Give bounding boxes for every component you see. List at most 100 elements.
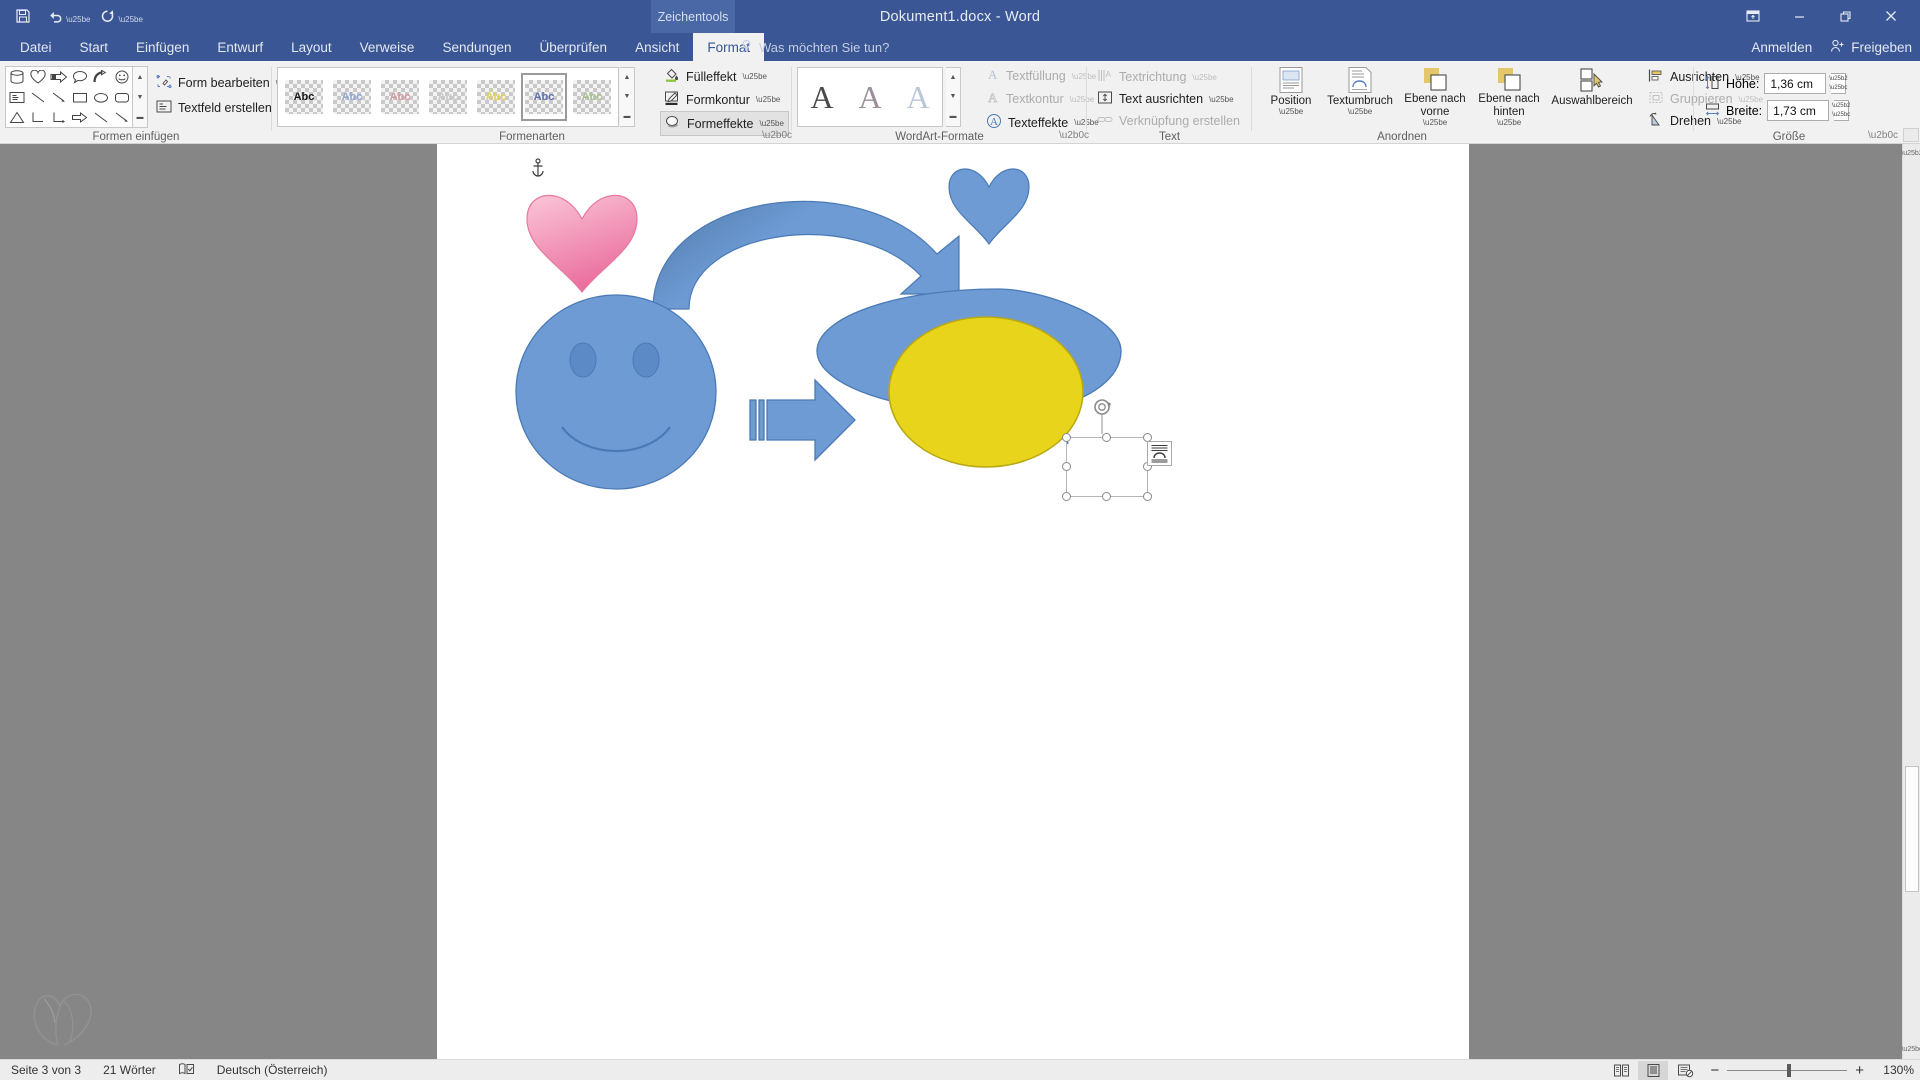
shape-styles-scroll[interactable]: ▲ ▼ ▬ [620, 67, 635, 127]
send-backward-button[interactable]: Ebene nach hinten \u25be [1474, 65, 1544, 127]
selected-empty-shape[interactable] [1062, 433, 1152, 501]
web-layout-icon[interactable] [1670, 1061, 1700, 1080]
page-indicator[interactable]: Seite 3 von 3 [0, 1060, 92, 1080]
proofing-status[interactable] [167, 1060, 206, 1080]
handle-top-left[interactable] [1062, 433, 1071, 442]
shape-fill-button[interactable]: Fülleffekt \u25be [660, 65, 771, 88]
shape-styles-scroll-down-icon[interactable]: ▼ [620, 87, 634, 106]
align-text-caret[interactable]: \u25be [1209, 95, 1233, 104]
align-text-button[interactable]: Text ausrichten \u25be [1093, 88, 1238, 110]
shape-style-thumb-3[interactable]: Abc [377, 73, 423, 121]
wordart-gallery[interactable]: A A A [797, 67, 943, 127]
split-window-handle[interactable] [1903, 128, 1919, 142]
handle-middle-left[interactable] [1062, 462, 1071, 471]
ribbon-display-options-icon[interactable] [1730, 2, 1776, 30]
speech-bubble-shape[interactable] [69, 67, 90, 87]
size-dialog-launcher[interactable]: \u2b0c [1868, 130, 1898, 142]
smiley-face-shape[interactable] [111, 67, 132, 87]
text-direction-caret[interactable]: \u25be [1192, 73, 1216, 82]
shape-style-thumb-7[interactable]: Abc [569, 73, 615, 121]
shapes-scroll-up-icon[interactable]: ▲ [133, 67, 147, 87]
striped-right-arrow-shape[interactable] [48, 67, 69, 87]
shape-style-thumb-4[interactable]: Abc [425, 73, 471, 121]
elbow-arrow-connector-shape[interactable] [48, 107, 69, 127]
wordart-scroll-down-icon[interactable]: ▼ [946, 87, 960, 106]
wrap-text-button[interactable]: Textumbruch \u25be [1324, 65, 1396, 127]
width-spin-up[interactable]: \u25b2 [1832, 101, 1850, 111]
width-spin-down[interactable]: \u25bc [1832, 111, 1850, 121]
document-area[interactable] [0, 144, 1920, 1059]
layout-options-icon[interactable] [1147, 441, 1172, 466]
position-button[interactable]: Position \u25be [1262, 65, 1320, 127]
heart-shape[interactable] [27, 67, 48, 87]
shape-styles-gallery[interactable]: Abc Abc Abc Abc Abc Abc Abc [277, 67, 619, 127]
height-spin-up[interactable]: \u25b2 [1829, 74, 1847, 84]
height-spin-down[interactable]: \u25bc [1829, 84, 1847, 94]
text-box-shape[interactable] [6, 87, 27, 107]
cylinder-shape[interactable] [6, 67, 27, 87]
tab-einfuegen[interactable]: Einfügen [122, 33, 203, 61]
bring-forward-caret[interactable]: \u25be [1423, 118, 1447, 128]
rounded-rectangle-shape[interactable] [111, 87, 132, 107]
tab-ueberpruefen[interactable]: Überprüfen [526, 33, 622, 61]
close-button[interactable] [1868, 2, 1914, 30]
shape-styles-scroll-more-icon[interactable]: ▬ [620, 107, 634, 126]
tab-entwurf[interactable]: Entwurf [203, 33, 277, 61]
position-caret[interactable]: \u25be [1279, 107, 1303, 117]
wordart-gallery-scroll[interactable]: ▲ ▼ ▬ [946, 67, 961, 127]
zoom-track[interactable] [1727, 1063, 1848, 1077]
zoom-level[interactable]: 130% [1874, 1063, 1914, 1077]
text-fill-button[interactable]: A Textfüllung \u25be [982, 65, 1100, 87]
shape-outline-caret[interactable]: \u25be [756, 95, 780, 104]
shape-style-thumb-6[interactable]: Abc [521, 73, 567, 121]
line-shape[interactable] [27, 87, 48, 107]
triangle-shape[interactable] [6, 107, 27, 127]
tab-verweise[interactable]: Verweise [346, 33, 429, 61]
read-mode-icon[interactable] [1606, 1061, 1636, 1080]
minimize-button[interactable] [1776, 2, 1822, 30]
restore-button[interactable] [1822, 2, 1868, 30]
tab-start[interactable]: Start [66, 33, 123, 61]
document-page[interactable] [437, 144, 1469, 1059]
wordart-thumb-2[interactable]: A [846, 69, 894, 125]
print-layout-icon[interactable] [1638, 1060, 1669, 1080]
scroll-up-button[interactable]: \u25b2 [1901, 145, 1920, 162]
zoom-out-button[interactable]: − [1710, 1062, 1719, 1079]
shapes-gallery[interactable] [5, 66, 133, 128]
shapes-scroll-more-icon[interactable]: ▬ [133, 107, 147, 127]
handle-bottom-center[interactable] [1102, 492, 1111, 501]
oval-shape[interactable] [90, 87, 111, 107]
shape-styles-dialog-launcher[interactable]: \u2b0c [762, 130, 792, 142]
wordart-dialog-launcher[interactable]: \u2b0c [1059, 130, 1089, 142]
wrap-text-caret[interactable]: \u25be [1348, 107, 1372, 117]
curved-arrow-shape[interactable] [90, 67, 111, 87]
tab-layout[interactable]: Layout [277, 33, 346, 61]
shape-effects-caret[interactable]: \u25be [759, 119, 783, 128]
draw-textbox-button[interactable]: Textfeld erstellen [152, 97, 276, 119]
height-spinner[interactable]: \u25b2 \u25bc [1829, 73, 1848, 94]
elbow-connector-shape[interactable] [27, 107, 48, 127]
language-indicator[interactable]: Deutsch (Österreich) [206, 1060, 339, 1080]
text-outline-button[interactable]: A Textkontur \u25be [982, 88, 1098, 110]
tab-datei[interactable]: Datei [6, 33, 66, 61]
wordart-thumb-3[interactable]: A [894, 69, 942, 125]
shapes-gallery-scroll[interactable]: ▲ ▼ ▬ [133, 66, 148, 128]
shape-canvas[interactable] [437, 144, 1469, 1059]
word-count[interactable]: 21 Wörter [92, 1060, 167, 1080]
rectangle-shape[interactable] [69, 87, 90, 107]
tell-me-box[interactable]: Was möchten Sie tun? [740, 33, 889, 61]
shape-styles-scroll-up-icon[interactable]: ▲ [620, 68, 634, 87]
line-shape-2[interactable] [90, 107, 111, 127]
shapes-scroll-down-icon[interactable]: ▼ [133, 87, 147, 107]
wordart-scroll-more-icon[interactable]: ▬ [946, 107, 960, 126]
create-link-button[interactable]: Verknüpfung erstellen [1093, 110, 1244, 132]
text-direction-button[interactable]: A Textrichtung \u25be [1093, 66, 1221, 88]
scroll-down-button[interactable]: \u25bc [1901, 1041, 1920, 1058]
rotate-handle-icon[interactable] [1091, 396, 1115, 441]
shape-style-thumb-1[interactable]: Abc [281, 73, 327, 121]
tab-ansicht[interactable]: Ansicht [621, 33, 693, 61]
wordart-thumb-1[interactable]: A [798, 69, 846, 125]
shape-fill-caret[interactable]: \u25be [743, 72, 767, 81]
zoom-in-button[interactable]: + [1855, 1062, 1864, 1079]
send-backward-caret[interactable]: \u25be [1497, 118, 1521, 128]
